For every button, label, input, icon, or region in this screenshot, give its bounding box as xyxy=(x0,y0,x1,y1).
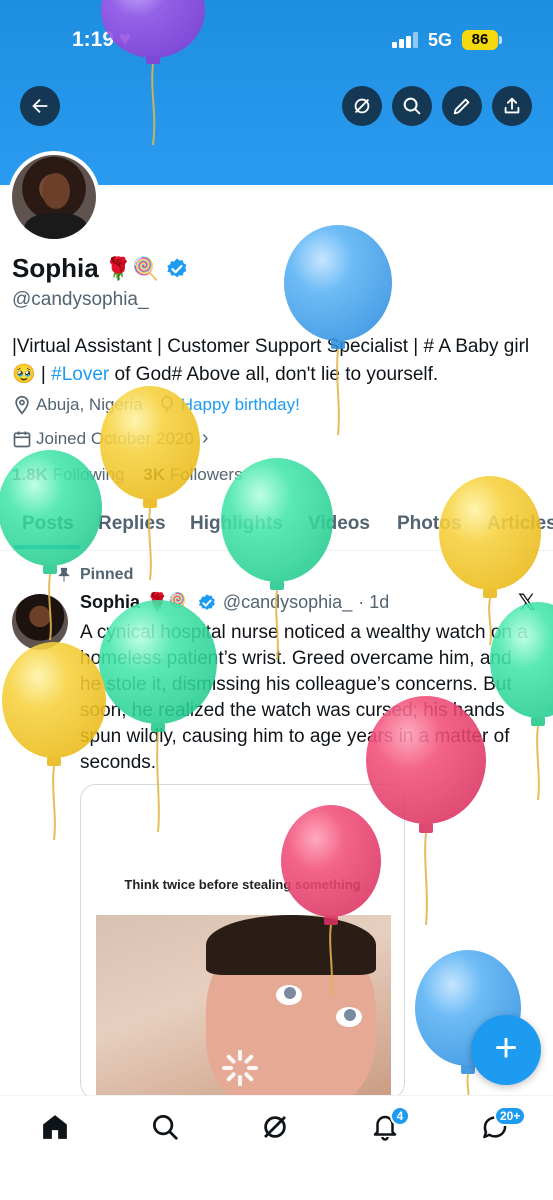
pinned-label: Pinned xyxy=(80,566,134,583)
post-header: Sophia 🌹🍭 @candysophia_ · 1d xyxy=(80,592,389,613)
name-emojis: 🌹🍭 xyxy=(104,255,160,281)
back-button[interactable] xyxy=(20,86,60,126)
media-caption: Think twice before stealing something xyxy=(124,877,361,892)
share-button[interactable] xyxy=(492,86,532,126)
loading-spinner-icon xyxy=(222,1050,258,1086)
profile-name: Sophia xyxy=(12,253,99,283)
calendar-icon xyxy=(13,431,31,447)
bottom-navigation: 4 20+ xyxy=(0,1095,553,1200)
profile-tabs: Posts Replies Highlights Videos Photos A… xyxy=(0,505,553,551)
nav-notifications[interactable]: 4 xyxy=(370,1106,410,1146)
profile-bio: |Virtual Assistant | Customer Support Sp… xyxy=(12,333,542,389)
chevron-right-icon: › xyxy=(201,427,209,449)
tab-videos[interactable]: Videos xyxy=(308,513,370,535)
profile-name-row: Sophia 🌹🍭 xyxy=(12,253,189,284)
tab-highlights[interactable]: Highlights xyxy=(190,513,283,535)
post-time[interactable]: · 1d xyxy=(358,592,389,613)
tab-replies[interactable]: Replies xyxy=(98,513,166,535)
profile-location: Abuja, Nigeria xyxy=(36,395,143,414)
x-logo-icon: 𝕏 xyxy=(518,590,536,615)
search-button[interactable] xyxy=(392,86,432,126)
profile-birthday[interactable]: Happy birthday! xyxy=(181,395,300,415)
edit-button[interactable] xyxy=(442,86,482,126)
post-text: A cynical hospital nurse noticed a wealt… xyxy=(80,622,528,773)
nav-search[interactable] xyxy=(150,1112,184,1146)
heart-icon: ♥ xyxy=(119,28,131,50)
nav-messages[interactable]: 20+ xyxy=(480,1106,527,1146)
verified-badge-icon xyxy=(198,593,215,610)
followers-link[interactable]: 3K Followers xyxy=(143,465,242,484)
grok-icon xyxy=(264,1116,286,1138)
bio-hashtag[interactable]: #Lover xyxy=(51,364,109,385)
status-time: 1:19 xyxy=(72,28,115,51)
grok-icon xyxy=(354,98,370,114)
pencil-icon xyxy=(453,98,470,115)
followers-count: 3K xyxy=(143,465,166,484)
balloon-blue-top xyxy=(284,225,392,436)
profile-meta-row-1: Abuja, Nigeria Happy birthday! xyxy=(12,395,300,415)
grok-button[interactable] xyxy=(342,86,382,126)
tab-articles[interactable]: Articles xyxy=(487,513,553,535)
following-label: Following xyxy=(52,465,125,484)
tab-posts[interactable]: Posts xyxy=(22,513,74,535)
following-count: 1.8K xyxy=(12,465,48,484)
photo-hair xyxy=(206,915,376,975)
post-author[interactable]: Sophia xyxy=(80,592,140,613)
profile-avatar[interactable] xyxy=(8,151,100,243)
home-icon xyxy=(43,1115,67,1139)
verified-badge-icon[interactable] xyxy=(165,257,189,281)
compose-post-button[interactable]: + xyxy=(471,1015,541,1085)
profile-handle: @candysophia_ xyxy=(12,289,149,310)
post-avatar[interactable] xyxy=(12,594,68,650)
search-icon xyxy=(153,1115,178,1140)
post-handle[interactable]: @candysophia_ xyxy=(223,592,352,613)
followers-label: Followers xyxy=(169,465,243,484)
photo-eye-right xyxy=(336,1007,362,1027)
battery-tip xyxy=(499,36,502,44)
following-link[interactable]: 1.8K Following xyxy=(12,465,124,484)
network-type: 5G xyxy=(428,30,453,50)
avatar-face xyxy=(42,173,70,209)
balloon-icon xyxy=(160,395,173,414)
notifications-badge: 4 xyxy=(390,1106,410,1126)
messages-badge: 20+ xyxy=(494,1106,527,1126)
search-icon xyxy=(403,97,421,115)
photo-eye-left xyxy=(276,985,302,1005)
battery-level: 86 xyxy=(462,30,498,50)
profile-meta-row-2[interactable]: Joined October 2020 › xyxy=(12,427,209,450)
signal-icon xyxy=(392,32,420,48)
pinned-label-row: Pinned xyxy=(56,566,133,584)
share-icon xyxy=(504,97,520,114)
bio-text-2: of God# Above all, don't lie to yourself… xyxy=(109,364,439,385)
status-bar: 1:19 ♥ 5G 86 xyxy=(0,0,553,80)
active-tab-indicator xyxy=(14,545,80,549)
tab-photos[interactable]: Photos xyxy=(397,513,461,535)
profile-joined: Joined October 2020 xyxy=(36,428,194,448)
back-arrow-icon xyxy=(32,98,48,114)
post-author-emojis: 🌹🍭 xyxy=(146,592,191,612)
follow-stats: 1.8K Following 3K Followers xyxy=(12,465,243,485)
location-icon xyxy=(15,395,29,415)
nav-home[interactable] xyxy=(40,1112,74,1146)
pin-icon xyxy=(58,567,70,582)
nav-grok[interactable] xyxy=(260,1112,294,1146)
avatar-body xyxy=(24,213,88,239)
